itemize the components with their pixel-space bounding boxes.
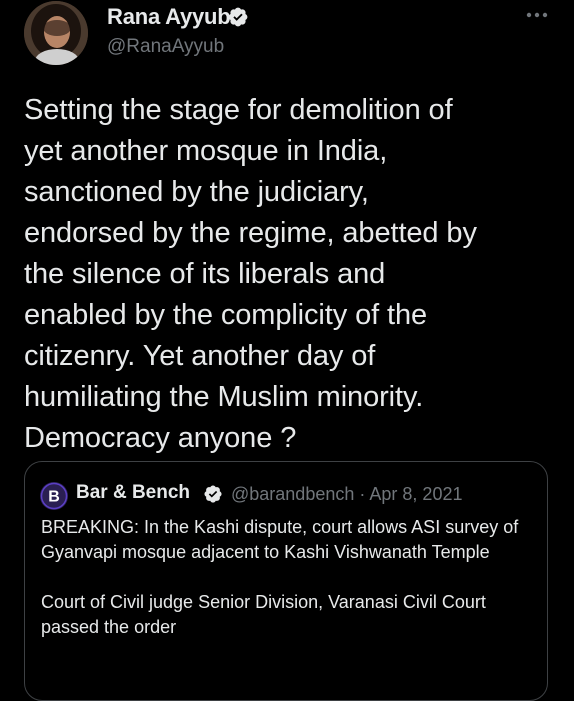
quoted-tweet[interactable]: B Bar & Bench @barandbench · Apr 8, 2021… xyxy=(24,461,548,701)
verified-badge-icon xyxy=(228,7,248,27)
quoted-paragraph: Court of Civil judge Senior Division, Va… xyxy=(41,592,486,637)
quoted-date[interactable]: Apr 8, 2021 xyxy=(369,484,462,504)
tweet-text: Setting the stage for demolition of yet … xyxy=(24,94,477,454)
quoted-author-handle[interactable]: @barandbench xyxy=(231,484,354,504)
quoted-paragraph: BREAKING: In the Kashi dispute, court al… xyxy=(41,517,519,562)
barandbench-logo-icon: B xyxy=(40,482,68,510)
more-options-button[interactable] xyxy=(519,0,555,30)
quoted-verified-badge-icon xyxy=(204,485,222,503)
barandbench-logo-letter: B xyxy=(48,489,60,506)
quoted-author-avatar[interactable]: B xyxy=(40,482,68,510)
author-name[interactable]: Rana Ayyub xyxy=(107,4,231,30)
meta-separator: · xyxy=(359,484,366,504)
quoted-tweet-text: BREAKING: In the Kashi dispute, court al… xyxy=(41,515,541,665)
quoted-meta: @barandbench · Apr 8, 2021 xyxy=(231,484,462,505)
tweet: Rana Ayyub @RanaAyyub Setting the stage … xyxy=(0,0,574,701)
author-handle[interactable]: @RanaAyyub xyxy=(107,36,224,58)
more-options-icon xyxy=(526,12,548,18)
quoted-author-name[interactable]: Bar & Bench xyxy=(76,482,190,504)
author-avatar[interactable] xyxy=(24,1,88,65)
